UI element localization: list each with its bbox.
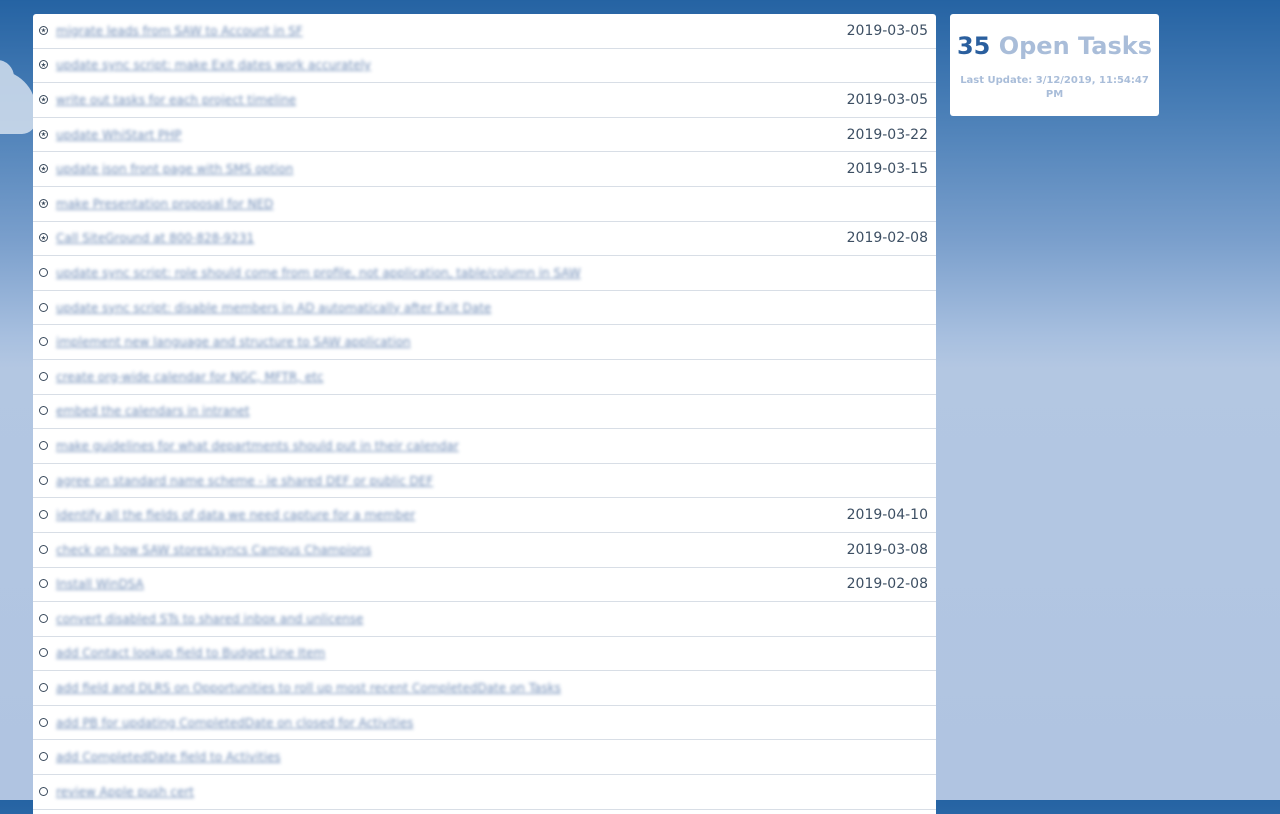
task-title-link[interactable]: convert disabled STs to shared inbox and… [56,611,363,627]
summary-card: 35 Open Tasks Last Update: 3/12/2019, 11… [950,14,1159,116]
task-row[interactable]: identify all the fields of data we need … [33,498,936,533]
task-due-date: 2019-03-05 [846,91,928,108]
task-title-link[interactable]: update sync script: role should come fro… [56,265,581,281]
task-rows: migrate leads from SAW to Account in SF 2… [33,14,936,810]
task-row[interactable]: update sync script: role should come fro… [33,256,936,291]
task-row[interactable]: migrate leads from SAW to Account in SF 2… [33,14,936,49]
starred-task-icon[interactable] [39,25,48,35]
task-row[interactable]: add Contact lookup field to Budget Line … [33,637,936,672]
task-title-link[interactable]: agree on standard name scheme - ie share… [56,473,433,489]
last-update-text: Last Update: 3/12/2019, 11:54:47 PM [960,75,1149,100]
starred-task-icon[interactable] [39,233,48,243]
task-due-date: 2019-04-10 [846,507,928,524]
open-task-icon[interactable] [39,544,48,554]
task-title-link[interactable]: Call SiteGround at 800-828-9231 [56,230,254,246]
task-row[interactable]: update WhiStart PHP 2019-03-22 [33,118,936,153]
task-title-link[interactable]: embed the calendars in intranet [56,403,250,419]
task-title-link[interactable]: implement new language and structure to … [56,334,411,350]
task-row[interactable]: check on how SAW stores/syncs Campus Cha… [33,533,936,568]
task-due-date: 2019-03-05 [846,22,928,39]
task-row[interactable]: embed the calendars in intranet [33,395,936,430]
task-title-link[interactable]: Install WinDSA [56,576,144,592]
task-row[interactable]: Install WinDSA 2019-02-08 [33,568,936,603]
task-due-date: 2019-03-08 [846,541,928,558]
task-title-link[interactable]: make guidelines for what departments sho… [56,438,459,454]
starred-task-icon[interactable] [39,129,48,139]
open-task-icon[interactable] [39,683,48,693]
task-row[interactable]: add PB for updating CompletedDate on clo… [33,706,936,741]
task-title-link[interactable]: add CompletedDate field to Activities [56,749,281,765]
tasks-dashboard: { "colors": { "background_top": "#2563a3… [0,0,1280,814]
open-task-icon[interactable] [39,267,48,277]
task-title-link[interactable]: create org-wide calendar for NGC, MFTR, … [56,369,324,385]
open-task-icon[interactable] [39,786,48,796]
starred-task-icon[interactable] [39,60,48,70]
task-row[interactable]: add field and DLRS on Opportunities to r… [33,671,936,706]
task-row[interactable]: review Apple push cert [33,775,936,810]
task-title-link[interactable]: review Apple push cert [56,784,194,800]
open-task-icon[interactable] [39,579,48,589]
task-row[interactable]: agree on standard name scheme - ie share… [33,464,936,499]
open-task-icon[interactable] [39,337,48,347]
task-row[interactable]: convert disabled STs to shared inbox and… [33,602,936,637]
task-row[interactable]: write out tasks for each project timelin… [33,83,936,118]
task-due-date: 2019-02-08 [846,230,928,247]
task-due-date: 2019-03-15 [846,161,928,178]
background-cloud [0,60,36,134]
task-row[interactable]: implement new language and structure to … [33,325,936,360]
open-task-icon[interactable] [39,406,48,416]
open-task-icon[interactable] [39,371,48,381]
task-due-date: 2019-02-08 [846,576,928,593]
task-row[interactable]: Call SiteGround at 800-828-9231 2019-02-0… [33,222,936,257]
task-row[interactable]: make guidelines for what departments sho… [33,429,936,464]
open-task-icon[interactable] [39,613,48,623]
task-title-link[interactable]: add Contact lookup field to Budget Line … [56,645,325,661]
open-task-icon[interactable] [39,752,48,762]
task-due-date: 2019-03-22 [846,126,928,143]
starred-task-icon[interactable] [39,198,48,208]
open-task-icon[interactable] [39,648,48,658]
task-title-link[interactable]: check on how SAW stores/syncs Campus Cha… [56,542,372,558]
task-row[interactable]: update json front page with SMS option 20… [33,152,936,187]
starred-task-icon[interactable] [39,94,48,104]
task-title-link[interactable]: update WhiStart PHP [56,127,182,143]
task-title-link[interactable]: update sync script: make Exit dates work… [56,57,371,73]
task-title-link[interactable]: add field and DLRS on Opportunities to r… [56,680,561,696]
open-tasks-heading: 35 Open Tasks [950,32,1159,60]
task-row[interactable]: update sync script: disable members in A… [33,291,936,326]
task-row[interactable]: make Presentation proposal for NED [33,187,936,222]
task-title-link[interactable]: make Presentation proposal for NED [56,196,273,212]
task-row[interactable]: add CompletedDate field to Activities [33,740,936,776]
open-task-icon[interactable] [39,440,48,450]
starred-task-icon[interactable] [39,164,48,174]
task-title-link[interactable]: update json front page with SMS option [56,161,293,177]
task-title-link[interactable]: write out tasks for each project timelin… [56,92,296,108]
open-task-icon[interactable] [39,510,48,520]
open-task-count: 35 [956,32,991,60]
task-row[interactable]: create org-wide calendar for NGC, MFTR, … [33,360,936,395]
task-row[interactable]: update sync script: make Exit dates work… [33,49,936,84]
task-title-link[interactable]: identify all the fields of data we need … [56,507,415,523]
task-list: migrate leads from SAW to Account in SF 2… [33,14,936,814]
open-tasks-label: Open Tasks [998,32,1153,60]
task-title-link[interactable]: migrate leads from SAW to Account in SF [56,23,303,39]
open-task-icon[interactable] [39,302,48,312]
open-task-icon[interactable] [39,717,48,727]
task-title-link[interactable]: update sync script: disable members in A… [56,300,491,316]
task-title-link[interactable]: add PB for updating CompletedDate on clo… [56,715,413,731]
open-task-icon[interactable] [39,475,48,485]
